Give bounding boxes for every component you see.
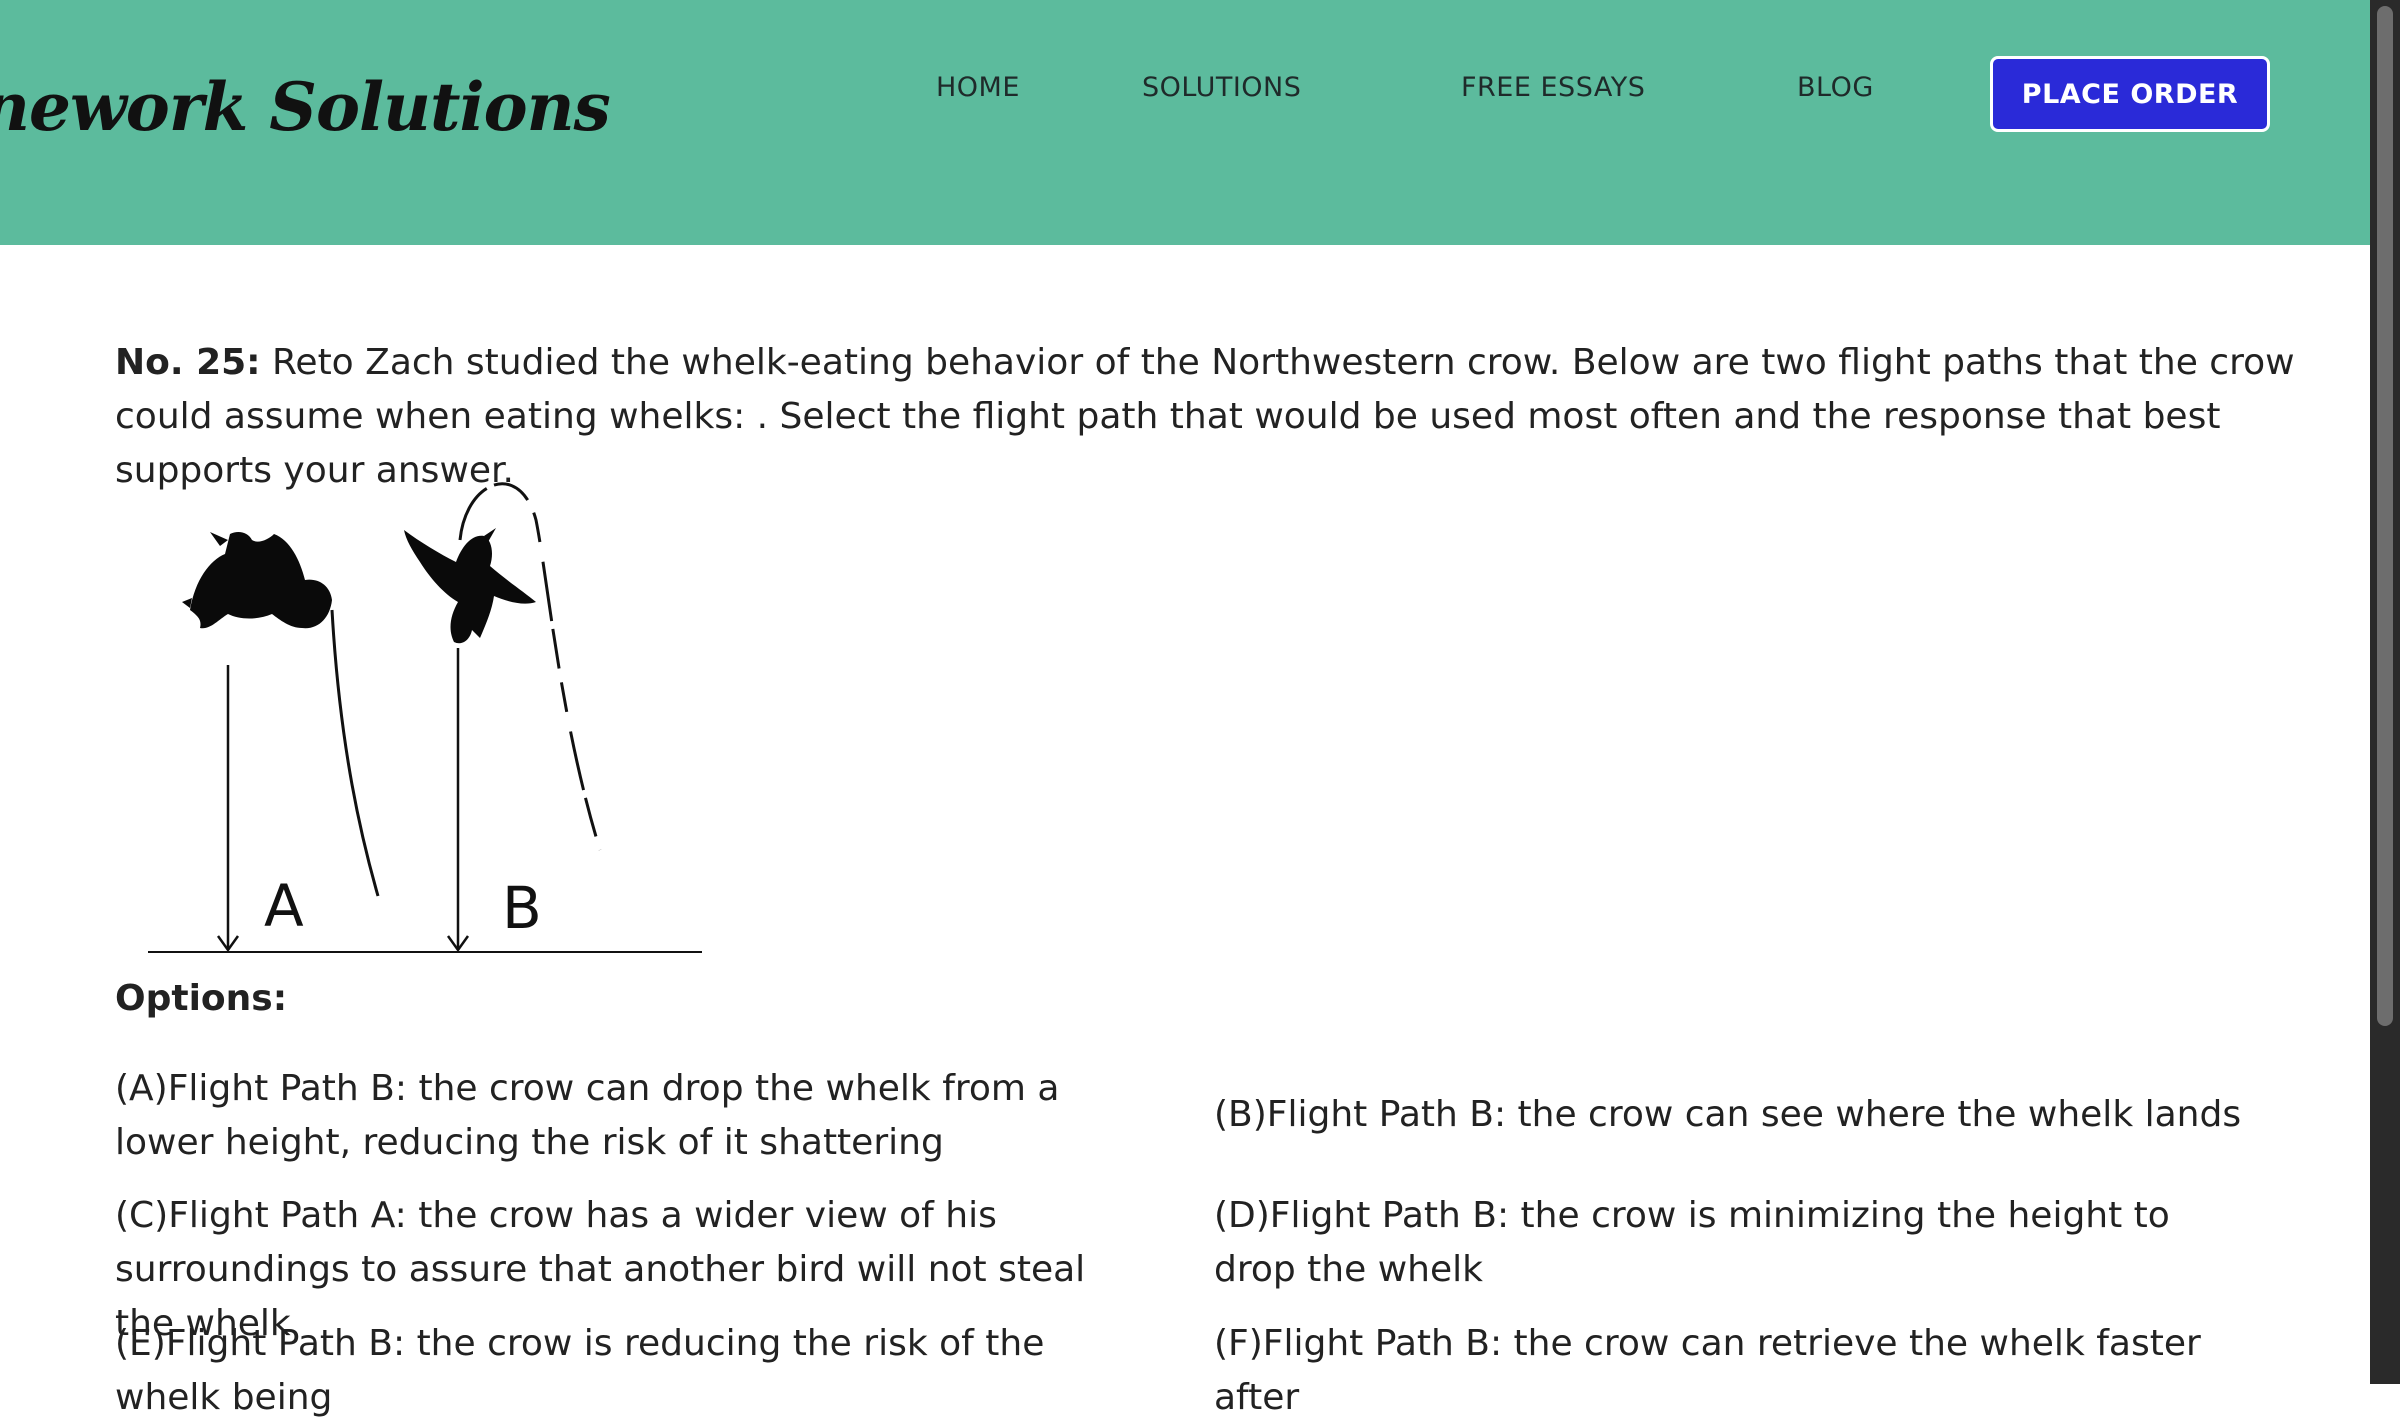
- question-body: Reto Zach studied the whelk-eating behav…: [115, 342, 2295, 491]
- options-heading: Options:: [115, 978, 288, 1019]
- scrollbar-thumb[interactable]: [2377, 6, 2393, 1026]
- crow-a-silhouette: [182, 532, 332, 629]
- nav-free-essays[interactable]: FREE ESSAYS: [1461, 72, 1645, 103]
- path-a-flight-line: [330, 609, 380, 897]
- option-d[interactable]: (D)Flight Path B: the crow is minimizing…: [1214, 1189, 2254, 1297]
- flight-path-figure: A B: [148, 482, 702, 953]
- option-e[interactable]: (E)Flight Path B: the crow is reducing t…: [115, 1317, 1155, 1425]
- site-header: nework Solutions HOME SOLUTIONS FREE ESS…: [0, 0, 2370, 245]
- path-a-label: A: [264, 872, 304, 940]
- nav-home[interactable]: HOME: [936, 72, 1020, 103]
- path-b-label: B: [502, 874, 542, 942]
- option-f[interactable]: (F)Flight Path B: the crow can retrieve …: [1214, 1317, 2254, 1425]
- option-a[interactable]: (A)Flight Path B: the crow can drop the …: [115, 1062, 1155, 1170]
- nav-solutions[interactable]: SOLUTIONS: [1142, 72, 1301, 103]
- question-number: No. 25:: [115, 342, 261, 383]
- site-logo[interactable]: nework Solutions: [0, 68, 611, 146]
- option-b[interactable]: (B)Flight Path B: the crow can see where…: [1214, 1088, 2254, 1142]
- crow-b-silhouette: [404, 528, 536, 644]
- place-order-button[interactable]: PLACE ORDER: [1990, 56, 2270, 132]
- nav-blog[interactable]: BLOG: [1797, 72, 1874, 103]
